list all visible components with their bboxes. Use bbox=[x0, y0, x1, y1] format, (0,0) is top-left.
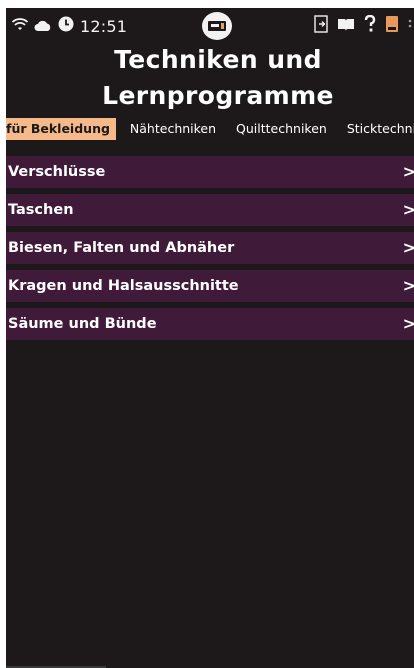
list-item-pockets[interactable]: Taschen > bbox=[6, 194, 414, 226]
exit-icon[interactable] bbox=[314, 15, 328, 37]
wifi-icon bbox=[11, 17, 29, 36]
page-title: Techniken und Lernprogramme bbox=[6, 42, 414, 114]
status-left: 12:51 bbox=[6, 16, 127, 36]
tab-sewing-techniques[interactable]: Nähtechniken bbox=[120, 118, 226, 140]
tab-quilting-techniques[interactable]: Quilttechniken bbox=[226, 118, 337, 140]
status-bar: 12:51 bbox=[6, 8, 414, 44]
tab-embroidery-techniques[interactable]: Sticktechniken bbox=[337, 118, 414, 140]
manual-icon[interactable] bbox=[385, 15, 399, 37]
page-title-line1: Techniken und bbox=[114, 45, 322, 74]
chevron-right-icon: > bbox=[402, 276, 414, 295]
list-item-tucks-pleats-darts[interactable]: Biesen, Falten und Abnäher > bbox=[6, 232, 414, 264]
list-item-label: Kragen und Halsausschnitte bbox=[8, 278, 239, 294]
app-screen: 12:51 Techniken und Lernprogramme für Be… bbox=[6, 8, 414, 668]
chevron-right-icon: > bbox=[402, 314, 414, 333]
list-item-label: Taschen bbox=[8, 202, 74, 218]
clock-icon bbox=[58, 16, 74, 36]
help-icon[interactable] bbox=[364, 14, 376, 37]
chevron-right-icon: > bbox=[402, 238, 414, 257]
more-icon[interactable] bbox=[408, 17, 412, 36]
sewing-machine-icon[interactable] bbox=[202, 12, 232, 40]
status-time: 12:51 bbox=[80, 16, 128, 36]
chevron-right-icon: > bbox=[402, 162, 414, 181]
status-right bbox=[314, 8, 414, 44]
book-icon[interactable] bbox=[337, 17, 355, 36]
list-item-label: Verschlüsse bbox=[8, 164, 106, 180]
cloud-icon bbox=[34, 17, 52, 36]
list-item-closures[interactable]: Verschlüsse > bbox=[6, 156, 414, 188]
technique-list: Verschlüsse > Taschen > Biesen, Falten u… bbox=[6, 156, 414, 346]
chevron-right-icon: > bbox=[402, 200, 414, 219]
list-item-label: Biesen, Falten und Abnäher bbox=[8, 240, 235, 256]
list-item-hems-waistbands[interactable]: Säume und Bünde > bbox=[6, 308, 414, 340]
tab-clothing[interactable]: für Bekleidung bbox=[6, 118, 116, 140]
list-item-collars-necklines[interactable]: Kragen und Halsausschnitte > bbox=[6, 270, 414, 302]
page-title-line2: Lernprogramme bbox=[102, 81, 334, 110]
category-tabs: für Bekleidung Nähtechniken Quilttechnik… bbox=[6, 118, 414, 140]
list-item-label: Säume und Bünde bbox=[8, 316, 157, 332]
